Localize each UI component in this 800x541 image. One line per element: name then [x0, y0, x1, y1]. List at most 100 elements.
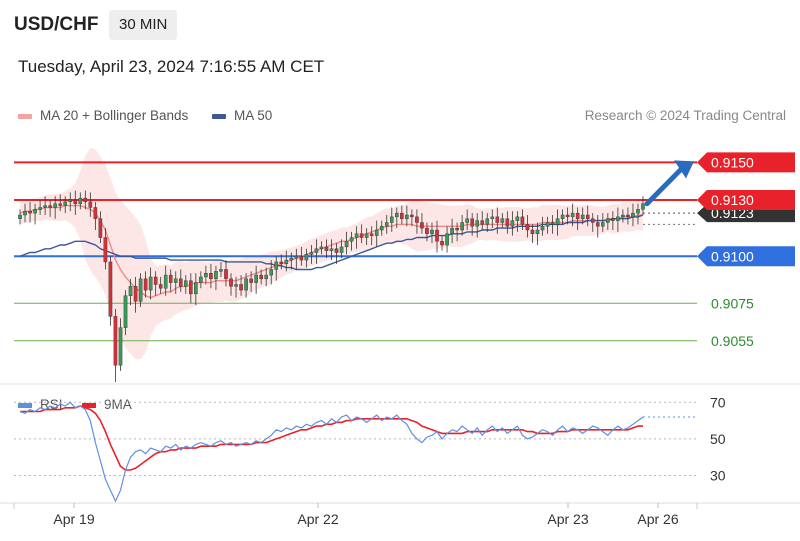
candle-body: [309, 252, 314, 255]
candle-body: [611, 218, 615, 221]
candle-body: [219, 269, 223, 272]
candle-body: [475, 220, 480, 227]
candle-body: [148, 276, 153, 291]
candle-body: [384, 222, 389, 227]
candle-body: [304, 254, 309, 261]
candle-body: [168, 274, 173, 283]
level-label-0.9100: 0.9100: [711, 248, 754, 264]
candle-body: [264, 274, 268, 280]
candle-body: [68, 199, 73, 203]
level-label-0.9055: 0.9055: [711, 333, 754, 349]
candle-body: [570, 212, 575, 218]
candle-body: [435, 229, 439, 242]
candle-body: [374, 229, 379, 236]
candle-body: [485, 218, 490, 225]
candle-body: [28, 211, 32, 214]
rsi-tick-50: 50: [710, 431, 726, 447]
candle-body: [379, 226, 384, 231]
candle-body: [88, 201, 93, 208]
candle-body: [510, 220, 515, 227]
candle-body: [349, 237, 354, 242]
candle-body: [324, 246, 329, 251]
candle-body: [108, 261, 113, 317]
candle-body: [641, 203, 645, 210]
candle-body: [128, 286, 133, 296]
candle-body: [585, 214, 590, 219]
candle-body: [83, 197, 88, 203]
candle-body: [530, 229, 535, 234]
candle-body: [173, 278, 178, 283]
candle-body: [279, 261, 284, 265]
candle-body: [123, 295, 128, 328]
price-chart[interactable]: 0.91500.91300.91000.90750.90550.91230.91…: [0, 0, 800, 541]
candle-body: [565, 214, 570, 218]
candle-body: [450, 227, 454, 234]
candle-body: [153, 276, 158, 285]
candle-body: [113, 316, 118, 366]
candle-body: [103, 237, 108, 263]
level-label-top-0.9130: 0.9130: [711, 192, 754, 208]
candle-body: [535, 229, 540, 234]
candle-body: [48, 205, 52, 208]
candle-body: [299, 256, 304, 261]
candle-body: [239, 284, 243, 291]
candle-body: [369, 233, 374, 236]
candle-body: [93, 207, 98, 219]
candle-body: [525, 224, 530, 231]
candle-body: [555, 218, 560, 225]
candle-body: [204, 273, 208, 278]
candle-body: [626, 214, 630, 218]
candle-body: [58, 203, 62, 206]
candle-body: [460, 222, 464, 231]
candle-body: [229, 278, 233, 287]
candle-body: [23, 211, 27, 216]
candle-body: [143, 278, 148, 291]
candle-body: [606, 218, 610, 223]
candle-body: [590, 218, 595, 223]
candle-body: [595, 222, 600, 227]
candle-body: [259, 274, 263, 280]
candle-body: [410, 214, 414, 218]
candle-body: [400, 212, 404, 219]
candle-body: [178, 278, 183, 287]
candle-body: [465, 218, 469, 223]
candle-body: [194, 282, 198, 295]
candle-body: [289, 257, 294, 261]
candle-body: [53, 203, 57, 208]
candle-body: [480, 220, 485, 225]
candle-body: [490, 216, 495, 219]
candle-body: [163, 274, 168, 289]
candle-body: [118, 327, 123, 366]
time-tick-label: Apr 22: [297, 511, 338, 527]
candle-body: [43, 205, 47, 208]
candle-body: [575, 212, 580, 219]
candle-body: [274, 261, 279, 270]
candle-body: [244, 278, 248, 291]
candle-body: [189, 280, 193, 295]
candle-body: [294, 256, 299, 259]
candle-body: [621, 214, 625, 218]
candle-body: [415, 216, 419, 223]
rsi-tick-70: 70: [710, 394, 726, 410]
candle-body: [284, 259, 289, 265]
candle-body: [580, 214, 585, 219]
candle-body: [440, 241, 444, 246]
candle-body: [334, 248, 339, 253]
candle-body: [199, 276, 203, 283]
candle-body: [234, 284, 238, 287]
candle-body: [405, 214, 409, 219]
candle-body: [78, 197, 83, 204]
rsi-9ma-line: [20, 405, 643, 471]
candle-body: [254, 274, 258, 283]
level-label-0.9150: 0.9150: [711, 154, 754, 170]
candle-body: [601, 222, 605, 227]
candle-body: [183, 280, 188, 287]
candle-body: [269, 269, 274, 276]
candle-body: [550, 222, 555, 225]
candle-body: [344, 241, 349, 248]
candle-body: [38, 207, 42, 210]
candle-body: [33, 209, 37, 214]
candle-body: [63, 201, 68, 206]
candle-body: [314, 248, 319, 253]
candle-body: [329, 248, 334, 251]
